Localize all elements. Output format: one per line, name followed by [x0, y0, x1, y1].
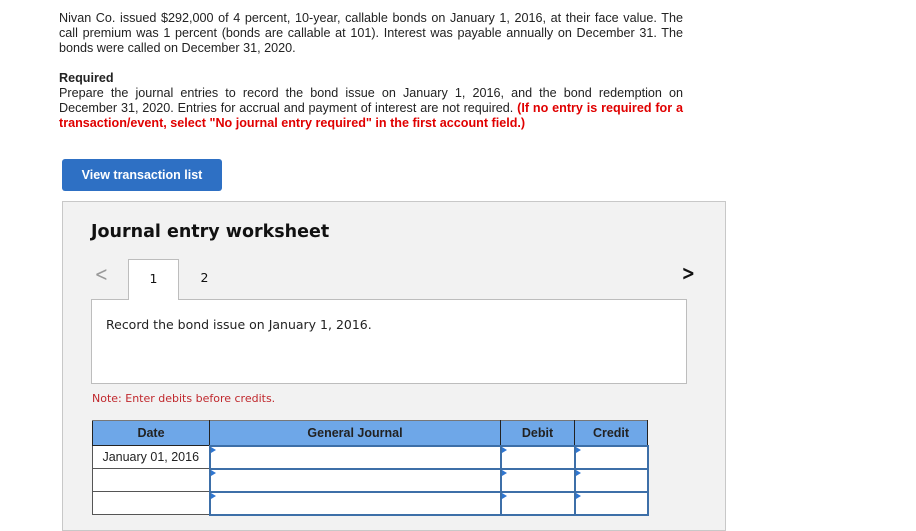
header-general-journal: General Journal: [209, 420, 501, 446]
chevron-left-icon[interactable]: <: [95, 262, 108, 286]
date-cell: January 01, 2016: [92, 445, 210, 469]
debit-input[interactable]: [501, 469, 574, 491]
credit-input[interactable]: [575, 446, 647, 468]
date-cell: [92, 491, 210, 515]
journal-entry-worksheet: Journal entry worksheet < > 1 2 Record t…: [62, 201, 726, 531]
debit-field[interactable]: [499, 444, 576, 470]
account-input[interactable]: [210, 492, 500, 514]
table-row: January 01, 2016: [92, 444, 649, 470]
account-field[interactable]: [208, 467, 502, 493]
entry-description-box: Record the bond issue on January 1, 2016…: [91, 299, 687, 384]
problem-statement: Nivan Co. issued $292,000 of 4 percent, …: [59, 11, 683, 131]
account-field[interactable]: [208, 490, 502, 516]
account-input[interactable]: [210, 469, 500, 491]
date-cell: [92, 468, 210, 492]
journal-table: Date General Journal Debit Credit Januar…: [92, 420, 649, 516]
account-field[interactable]: [208, 444, 502, 470]
header-credit: Credit: [574, 420, 648, 446]
credit-field[interactable]: [573, 490, 649, 516]
debit-field[interactable]: [499, 467, 576, 493]
credit-input[interactable]: [575, 492, 647, 514]
credit-field[interactable]: [573, 444, 649, 470]
debit-credit-note: Note: Enter debits before credits.: [92, 392, 276, 405]
tab-label: 1: [149, 271, 158, 286]
view-transaction-list-button[interactable]: View transaction list: [62, 159, 222, 191]
tab-entry-1[interactable]: 1: [128, 259, 179, 300]
table-row: [92, 490, 649, 516]
tab-entry-2[interactable]: 2: [179, 259, 230, 300]
header-date: Date: [92, 420, 210, 446]
chevron-right-icon[interactable]: >: [682, 261, 695, 285]
tab-label: 2: [200, 270, 209, 285]
debit-input[interactable]: [501, 492, 574, 514]
table-row: [92, 467, 649, 493]
debit-field[interactable]: [499, 490, 576, 516]
credit-input[interactable]: [575, 469, 647, 491]
debit-input[interactable]: [501, 446, 574, 468]
required-paragraph: Prepare the journal entries to record th…: [59, 86, 683, 131]
journal-header-row: Date General Journal Debit Credit: [92, 420, 648, 446]
problem-paragraph: Nivan Co. issued $292,000 of 4 percent, …: [59, 11, 683, 55]
entry-description: Record the bond issue on January 1, 2016…: [106, 317, 372, 332]
required-heading: Required: [59, 71, 114, 85]
header-debit: Debit: [500, 420, 575, 446]
account-input[interactable]: [210, 446, 500, 468]
credit-field[interactable]: [573, 467, 649, 493]
worksheet-title: Journal entry worksheet: [91, 222, 330, 242]
